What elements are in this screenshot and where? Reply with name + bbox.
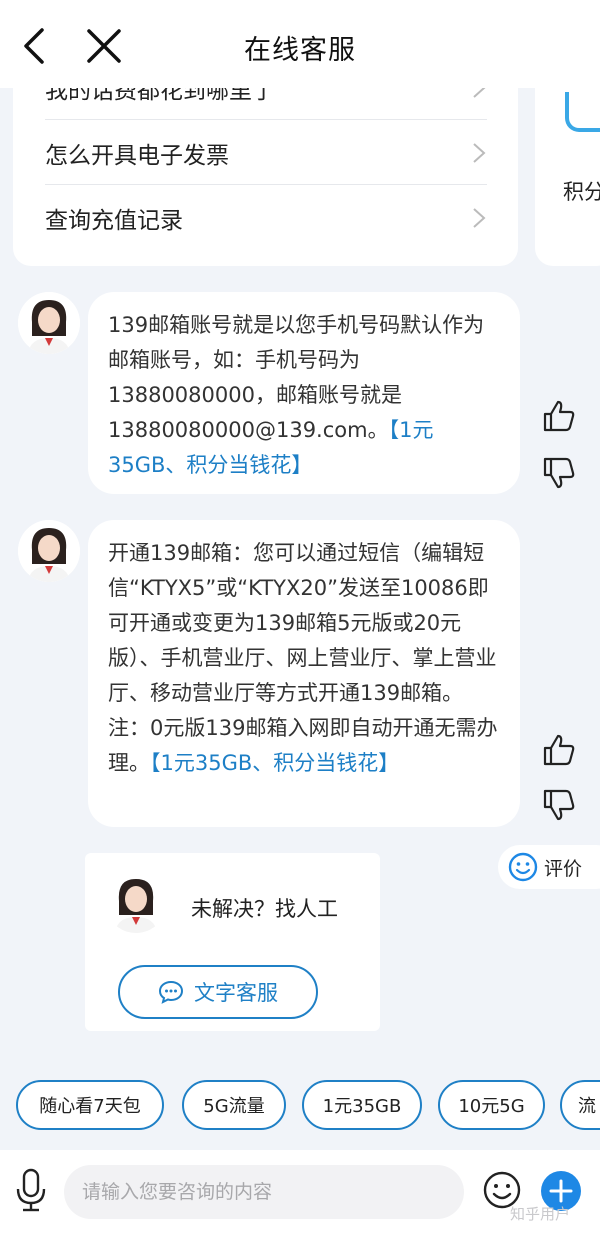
promo-link[interactable]: 【1元35GB、积分当钱花】 (150, 751, 399, 775)
agent-avatar-image (18, 292, 80, 354)
rating-label: 评价 (544, 857, 583, 880)
quick-chip[interactable]: 1元35GB (302, 1080, 422, 1130)
agent-avatar (18, 520, 80, 582)
quick-chip[interactable]: 随心看7天包 (16, 1080, 164, 1130)
message-text: 开通139邮箱：您可以通过短信（编辑短信“KTYX5”或“KTYX20”发送至1… (108, 541, 498, 775)
chevron-right-icon (473, 208, 486, 228)
agent-avatar-image (105, 871, 167, 933)
thumbs-down-icon[interactable] (541, 455, 577, 491)
menu-item-label: 查询充值记录 (45, 208, 183, 234)
menu-item-recharge-records[interactable]: 查询充值记录 (45, 186, 487, 250)
page-title: 在线客服 (244, 35, 356, 66)
smile-icon (508, 852, 538, 882)
rating-button[interactable]: 评价 (498, 845, 600, 889)
thumbs-down-icon[interactable] (541, 787, 577, 823)
human-agent-prompt: 未解决？找人工 (191, 897, 338, 921)
chevron-right-icon (473, 142, 486, 163)
bot-message: 139邮箱账号就是以您手机号码默认作为邮箱账号，如：手机号码为138800800… (88, 292, 520, 494)
text-support-button[interactable]: 文字客服 (118, 965, 318, 1019)
menu-item-e-invoice[interactable]: 怎么开具电子发票 (45, 121, 487, 185)
chat-bubble-icon (158, 980, 184, 1004)
microphone-icon[interactable] (14, 1167, 48, 1213)
top-bar: 在线客服 (0, 0, 600, 88)
watermark: 知乎用户 (510, 1205, 571, 1223)
bot-message: 开通139邮箱：您可以通过短信（编辑短信“KTYX5”或“KTYX20”发送至1… (88, 520, 520, 827)
agent-avatar-image (18, 520, 80, 582)
quick-chip[interactable]: 5G流量 (182, 1080, 286, 1130)
thumbs-up-icon[interactable] (541, 732, 577, 768)
points-graphic (565, 92, 600, 132)
quick-chip[interactable]: 10元5G (438, 1080, 545, 1130)
agent-avatar (18, 292, 80, 354)
points-label: 积分 (563, 180, 600, 204)
menu-item-label: 怎么开具电子发票 (45, 142, 229, 169)
thumbs-up-icon[interactable] (541, 398, 577, 434)
text-support-label: 文字客服 (194, 981, 278, 1005)
agent-avatar (105, 871, 167, 933)
human-agent-card: 未解决？找人工 文字客服 (85, 853, 380, 1031)
message-input[interactable] (64, 1165, 464, 1219)
quick-chip[interactable]: 流 (560, 1080, 600, 1130)
